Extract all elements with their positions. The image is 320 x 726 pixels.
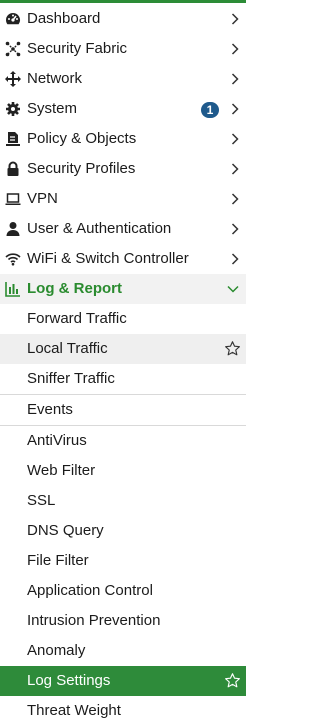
policy-icon	[5, 131, 21, 147]
sub-item-intrusion-prevention[interactable]: Intrusion Prevention	[0, 606, 246, 636]
chevron-right-icon	[231, 43, 239, 55]
chevron-right-icon	[231, 73, 239, 85]
nav-item-label: VPN	[27, 190, 58, 207]
sub-item-label: Threat Weight	[27, 702, 121, 719]
chevron-right-icon	[231, 133, 239, 145]
sub-item-sniffer-traffic[interactable]: Sniffer Traffic	[0, 364, 246, 394]
sub-item-label: Web Filter	[27, 462, 96, 479]
user-icon	[5, 221, 21, 237]
sub-item-threat-weight[interactable]: Threat Weight	[0, 696, 246, 726]
sub-item-label: Log Settings	[27, 672, 111, 689]
sub-item-local-traffic[interactable]: Local Traffic	[0, 334, 246, 364]
nav-item-label: System	[27, 100, 78, 117]
sub-item-application-control[interactable]: Application Control	[0, 576, 246, 606]
move-arrows-icon	[5, 71, 21, 87]
nav-item-wifi-switch-controller[interactable]: WiFi & Switch Controller	[0, 244, 246, 274]
sub-item-label: Forward Traffic	[27, 310, 127, 327]
side-navigation: Dashboard Security Fabric Network System…	[0, 4, 246, 726]
star-icon[interactable]	[224, 672, 241, 689]
bar-chart-icon	[5, 281, 21, 297]
sub-item-ssl[interactable]: SSL	[0, 486, 246, 516]
nav-item-label: Dashboard	[27, 10, 101, 27]
nav-item-vpn[interactable]: VPN	[0, 184, 246, 214]
chevron-right-icon	[231, 253, 239, 265]
sub-item-label: Events	[27, 401, 73, 418]
nav-item-label: User & Authentication	[27, 220, 172, 237]
sub-item-label: AntiVirus	[27, 432, 87, 449]
gear-icon	[5, 101, 21, 117]
sub-item-log-settings[interactable]: Log Settings	[0, 666, 246, 696]
nav-item-security-profiles[interactable]: Security Profiles	[0, 154, 246, 184]
nav-group-label: Log & Report	[27, 280, 122, 297]
top-accent-bar	[0, 0, 246, 3]
chevron-down-icon	[227, 285, 239, 293]
nav-item-dashboard[interactable]: Dashboard	[0, 4, 246, 34]
nav-item-security-fabric[interactable]: Security Fabric	[0, 34, 246, 64]
chevron-right-icon	[231, 193, 239, 205]
sub-item-label: Intrusion Prevention	[27, 612, 161, 629]
nav-item-label: Security Fabric	[27, 40, 128, 57]
laptop-icon	[5, 191, 21, 207]
sub-item-dns-query[interactable]: DNS Query	[0, 516, 246, 546]
nav-item-user-authentication[interactable]: User & Authentication	[0, 214, 246, 244]
sub-item-label: Anomaly	[27, 642, 86, 659]
notification-badge: 1	[201, 102, 219, 118]
nav-item-label: Policy & Objects	[27, 130, 137, 147]
nav-item-system[interactable]: System 1	[0, 94, 246, 124]
nav-item-label: WiFi & Switch Controller	[27, 250, 189, 267]
lock-icon	[5, 161, 21, 177]
chevron-right-icon	[231, 103, 239, 115]
sub-item-label: Local Traffic	[27, 340, 108, 357]
chevron-right-icon	[231, 163, 239, 175]
chevron-right-icon	[231, 13, 239, 25]
sub-item-label: DNS Query	[27, 522, 104, 539]
sub-item-label: SSL	[27, 492, 56, 509]
sub-item-events[interactable]: Events	[0, 395, 246, 425]
sub-item-web-filter[interactable]: Web Filter	[0, 456, 246, 486]
nav-item-policy-objects[interactable]: Policy & Objects	[0, 124, 246, 154]
star-icon[interactable]	[224, 340, 241, 357]
fabric-icon	[5, 41, 21, 57]
nav-item-label: Network	[27, 70, 83, 87]
nav-item-label: Security Profiles	[27, 160, 136, 177]
sub-item-label: File Filter	[27, 552, 89, 569]
chevron-right-icon	[231, 223, 239, 235]
sub-item-file-filter[interactable]: File Filter	[0, 546, 246, 576]
nav-item-log-report[interactable]: Log & Report	[0, 274, 246, 304]
sub-item-antivirus[interactable]: AntiVirus	[0, 426, 246, 456]
sub-item-forward-traffic[interactable]: Forward Traffic	[0, 304, 246, 334]
sub-item-anomaly[interactable]: Anomaly	[0, 636, 246, 666]
sub-item-label: Sniffer Traffic	[27, 370, 115, 387]
wifi-icon	[5, 251, 21, 267]
speedometer-icon	[5, 11, 21, 27]
sub-item-label: Application Control	[27, 582, 153, 599]
nav-item-network[interactable]: Network	[0, 64, 246, 94]
